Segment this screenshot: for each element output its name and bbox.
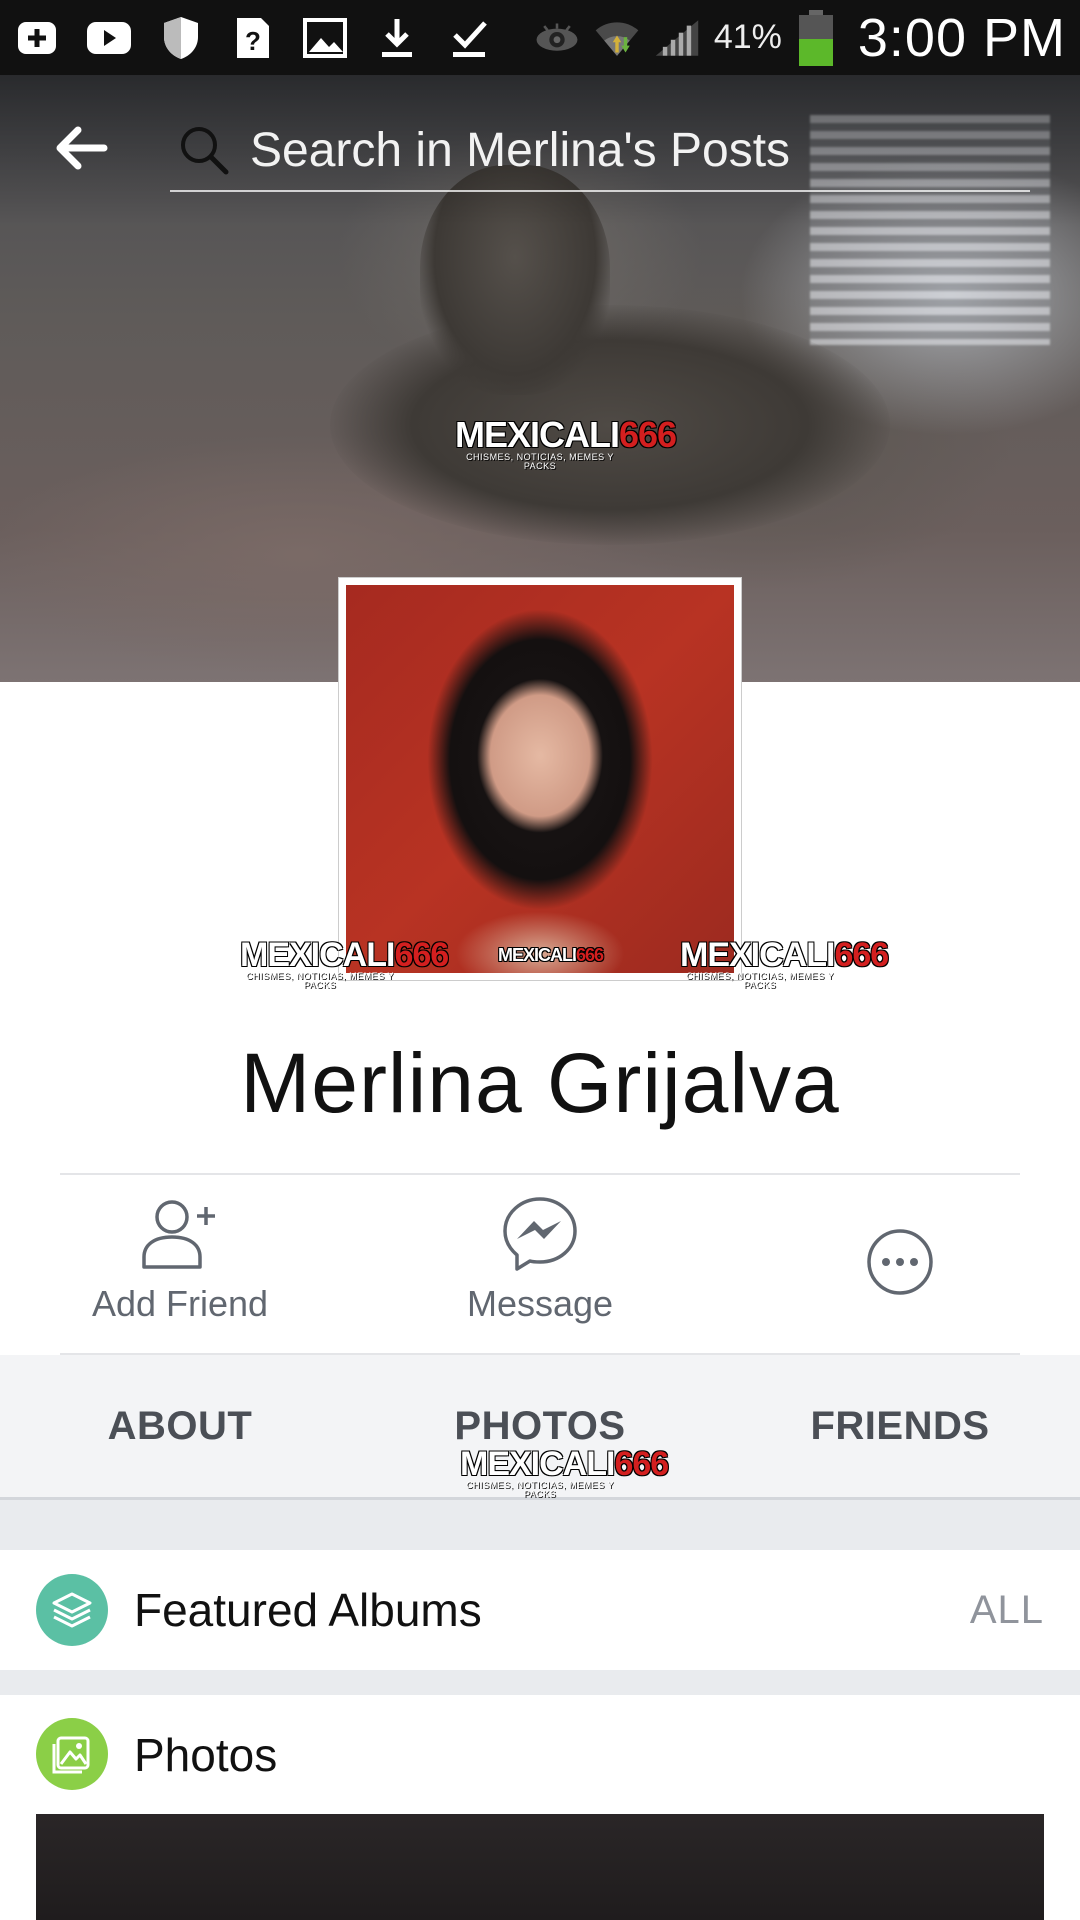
wifi-icon: [594, 15, 640, 61]
battery-percent: 41%: [713, 18, 782, 56]
message-label: Message: [466, 1283, 614, 1324]
divider: [60, 1173, 1020, 1175]
svg-text:?: ?: [245, 26, 261, 56]
shield-icon: [158, 15, 204, 61]
status-bar: ? 41% 3:00 PM: [0, 0, 1080, 75]
add-friend-label: Add Friend: [91, 1283, 269, 1324]
add-friend-button[interactable]: Add Friend: [30, 1195, 330, 1325]
featured-albums-all-link[interactable]: ALL: [970, 1588, 1044, 1633]
message-button[interactable]: Message: [390, 1195, 690, 1325]
profile-picture[interactable]: [338, 577, 742, 981]
avatar-watermark-right: MEXICALI666 CHISMES, NOTICIAS, MEMES Y P…: [680, 936, 889, 990]
cover-watermark: MEXICALI666 CHISMES, NOTICIAS, MEMES Y P…: [455, 414, 677, 471]
plus-box-icon: [14, 15, 60, 61]
battery-icon: [796, 9, 836, 66]
more-icon: [867, 1229, 933, 1295]
tab-friends[interactable]: FRIENDS: [720, 1355, 1080, 1497]
back-button[interactable]: [52, 124, 112, 174]
eye-icon: [534, 15, 580, 61]
arrow-left-icon: [56, 126, 108, 170]
add-friend-icon: [142, 1200, 215, 1269]
avatar-watermark-left: MEXICALI666 CHISMES, NOTICIAS, MEMES Y P…: [240, 936, 449, 990]
photos-icon: [36, 1718, 108, 1790]
search-input[interactable]: Search in Merlina's Posts: [170, 110, 1030, 192]
image-icon: [302, 15, 348, 61]
search-placeholder: Search in Merlina's Posts: [250, 123, 791, 177]
tabs-watermark: MEXICALI666 CHISMES, NOTICIAS, MEMES Y P…: [460, 1445, 669, 1499]
youtube-icon: [86, 15, 132, 61]
tab-about[interactable]: ABOUT: [0, 1355, 360, 1497]
more-options-button[interactable]: [750, 1228, 1050, 1296]
download-icon: [374, 15, 420, 61]
profile-name: Merlina Grijalva: [240, 1036, 840, 1130]
avatar: [346, 585, 734, 973]
photo-thumbnail[interactable]: [36, 1814, 1044, 1920]
avatar-watermark-center: MEXICALI666: [498, 945, 604, 965]
messenger-icon: [503, 1197, 577, 1271]
albums-icon: [36, 1574, 108, 1646]
search-icon: [181, 127, 229, 175]
signal-icon: [654, 15, 700, 61]
download-done-icon: [446, 15, 492, 61]
photos-title: Photos: [134, 1729, 278, 1781]
clock: 3:00 PM: [857, 7, 1066, 68]
help-file-icon: ?: [230, 15, 276, 61]
featured-albums-section: Featured Albums ALL: [0, 1550, 1080, 1670]
featured-albums-title: Featured Albums: [134, 1584, 482, 1636]
